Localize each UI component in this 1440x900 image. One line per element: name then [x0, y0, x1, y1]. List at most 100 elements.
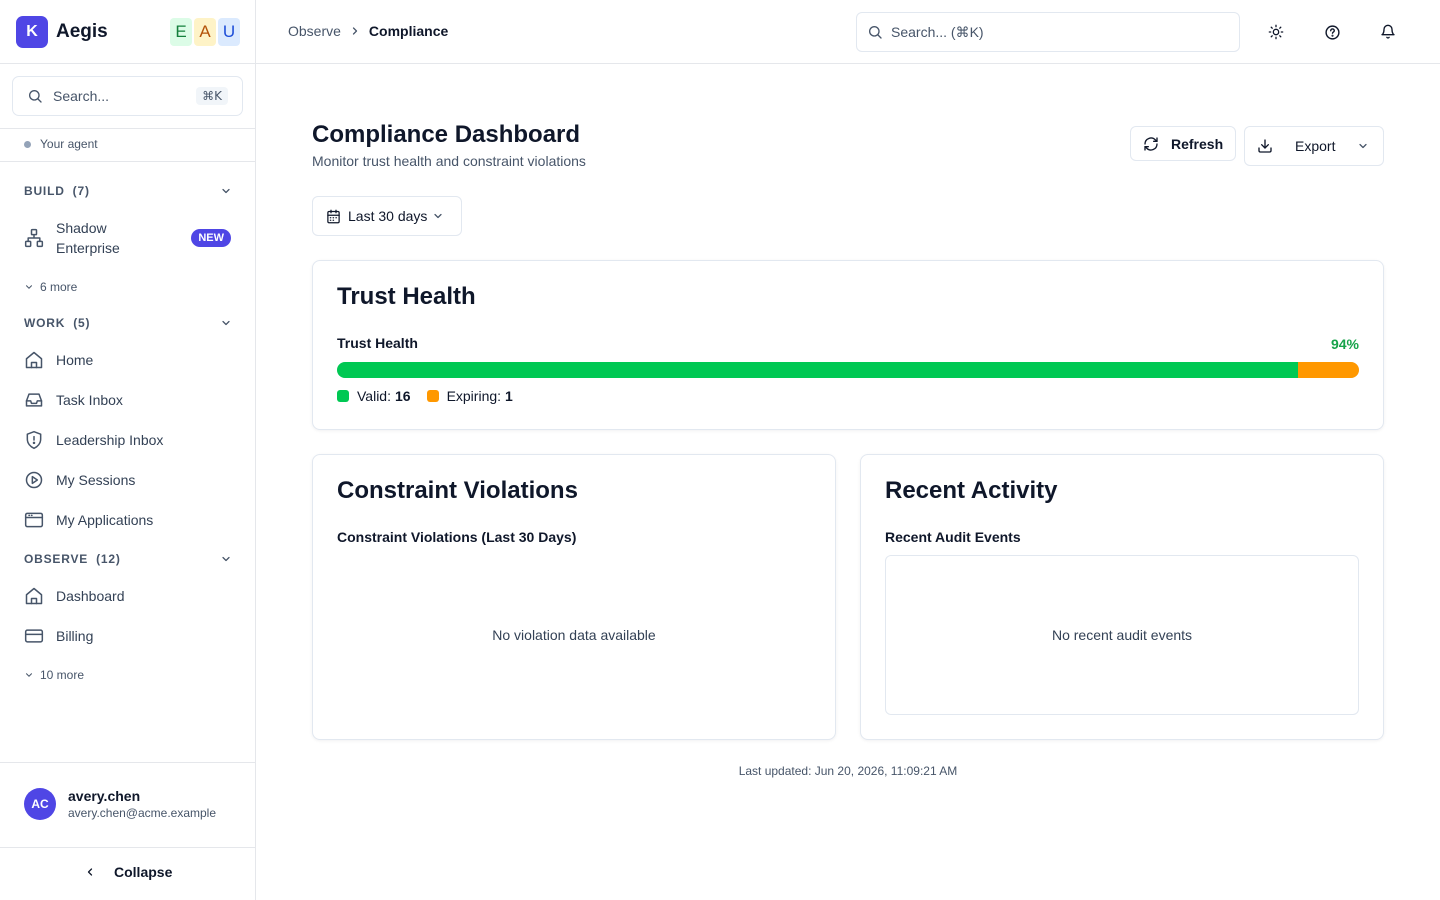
legend-valid-swatch — [337, 390, 349, 402]
constraint-violations-title: Constraint Violations — [337, 477, 578, 504]
home-icon — [24, 586, 44, 606]
recent-audit-events-title: Recent Audit Events — [885, 529, 1021, 545]
sun-icon[interactable] — [1264, 20, 1288, 44]
section-observe-header[interactable]: OBSERVE (12) — [24, 549, 232, 569]
refresh-label: Refresh — [1171, 135, 1224, 152]
sidebar-item-label: Shadow Enterprise — [56, 220, 120, 256]
trust-health-bar-valid — [337, 362, 1298, 378]
global-search-input[interactable]: Search... (⌘K) — [856, 12, 1240, 52]
workspace-badge-e[interactable]: E — [170, 18, 192, 46]
trust-health-bar — [337, 362, 1359, 378]
workspace-switcher: E A U — [170, 18, 240, 46]
section-work-header[interactable]: WORK (5) — [24, 313, 232, 333]
refresh-button[interactable]: Refresh — [1130, 126, 1236, 161]
inbox-icon — [24, 390, 44, 410]
recent-activity-title: Recent Activity — [885, 477, 1058, 504]
sidebar-search-input[interactable]: Search... ⌘K — [12, 76, 243, 116]
legend-valid-label: Valid: — [357, 388, 391, 404]
section-work-count: (5) — [73, 316, 91, 330]
sidebar-item-label: Leadership Inbox — [56, 432, 164, 448]
credit-card-icon — [24, 626, 44, 646]
chevron-down-icon — [220, 317, 232, 332]
section-work-label: WORK — [24, 316, 66, 330]
legend-expiring-label: Expiring: — [446, 388, 502, 404]
chevron-left-icon — [87, 868, 93, 876]
sidebar: K Aegis E A U Search... ⌘K Your agent BU… — [0, 0, 256, 900]
help-circle-icon[interactable] — [1320, 20, 1344, 44]
export-button[interactable]: Export — [1244, 126, 1384, 166]
sidebar-item-label: My Applications — [56, 512, 154, 528]
observe-show-more[interactable]: 10 more — [24, 668, 84, 682]
breadcrumb-parent[interactable]: Observe — [288, 23, 341, 39]
export-label: Export — [1295, 138, 1336, 154]
calendar-icon — [326, 209, 341, 224]
date-range-select[interactable]: Last 30 days — [312, 196, 462, 236]
chevron-down-icon — [220, 553, 232, 568]
build-more-label: 6 more — [40, 280, 78, 294]
home-icon — [24, 350, 44, 370]
sidebar-item-leadership-inbox[interactable]: Leadership Inbox — [24, 430, 232, 450]
collapse-button[interactable]: Collapse — [84, 864, 172, 880]
agent-status[interactable]: Your agent — [24, 137, 98, 151]
brand-logo[interactable]: K — [16, 16, 48, 48]
chevron-down-icon — [25, 285, 33, 289]
brand: K Aegis E A U — [16, 16, 240, 48]
workspace-badge-u[interactable]: U — [218, 18, 240, 46]
chevron-right-icon — [349, 25, 361, 37]
sidebar-search-placeholder: Search... — [53, 88, 110, 104]
refresh-icon — [1143, 136, 1159, 152]
sidebar-divider — [0, 762, 255, 763]
shield-alert-icon — [24, 430, 44, 450]
agent-label: Your agent — [40, 137, 98, 151]
status-dot-icon — [24, 140, 31, 148]
section-observe-count: (12) — [96, 552, 121, 566]
sidebar-item-home[interactable]: Home — [24, 350, 232, 370]
sidebar-divider — [0, 161, 255, 162]
sidebar-item-task-inbox[interactable]: Task Inbox — [24, 390, 232, 410]
download-icon — [1257, 138, 1273, 154]
breadcrumb-current: Compliance — [368, 23, 449, 39]
sidebar-item-billing[interactable]: Billing — [24, 626, 232, 646]
constraint-violations-chart-title: Constraint Violations (Last 30 Days) — [337, 529, 577, 545]
bell-icon[interactable] — [1376, 20, 1400, 44]
section-build-header[interactable]: BUILD (7) — [24, 181, 232, 201]
brand-name: Aegis — [56, 21, 108, 42]
hierarchy-icon — [24, 228, 44, 248]
user-email: avery.chen@acme.example — [68, 806, 217, 820]
last-updated: Last updated: Jun 20, 2026, 11:09:21 AM — [738, 764, 958, 778]
sidebar-item-my-sessions[interactable]: My Sessions — [24, 470, 232, 490]
workspace-badge-a[interactable]: A — [194, 18, 216, 46]
collapse-label: Collapse — [114, 864, 173, 880]
breadcrumb: Observe Compliance — [288, 23, 448, 39]
chevron-down-icon — [432, 210, 444, 222]
global-search-placeholder: Search... (⌘K) — [891, 23, 984, 40]
sidebar-divider — [0, 128, 255, 129]
sidebar-item-my-applications[interactable]: My Applications — [24, 510, 232, 530]
sidebar-divider — [0, 847, 255, 848]
play-circle-icon — [24, 470, 44, 490]
page-subtitle: Monitor trust health and constraint viol… — [312, 153, 586, 169]
user-profile[interactable]: AC avery.chen avery.chen@acme.example — [24, 788, 216, 820]
legend-expiring-value: 1 — [505, 388, 513, 404]
audit-events-list: No recent audit events — [885, 555, 1359, 715]
trust-health-bar-expiring — [1297, 362, 1359, 378]
legend-valid-value: 16 — [394, 388, 411, 404]
sidebar-item-label: Home — [56, 352, 94, 368]
legend-expiring-swatch — [426, 390, 439, 402]
search-shortcut: ⌘K — [196, 87, 228, 105]
trust-health-percent: 94% — [1330, 336, 1359, 352]
audit-events-empty-state: No recent audit events — [1051, 627, 1193, 643]
new-badge: NEW — [191, 229, 231, 247]
sidebar-item-shadow-enterprise[interactable]: Shadow Enterprise NEW — [24, 218, 232, 258]
trust-health-card: Trust Health Trust Health 94% Valid: 16 … — [312, 260, 1384, 430]
violations-empty-state: No violation data available — [492, 627, 656, 643]
user-name: avery.chen — [68, 788, 141, 804]
build-show-more[interactable]: 6 more — [24, 280, 77, 294]
chevron-down-icon — [1357, 140, 1369, 152]
trust-health-title: Trust Health — [337, 283, 476, 310]
sidebar-item-label: Task Inbox — [56, 392, 123, 408]
sidebar-item-dashboard[interactable]: Dashboard — [24, 586, 232, 606]
section-observe-label: OBSERVE — [24, 552, 89, 566]
legend-valid: Valid: 16 — [337, 388, 411, 404]
topbar: Observe Compliance Search... (⌘K) — [256, 0, 1440, 64]
